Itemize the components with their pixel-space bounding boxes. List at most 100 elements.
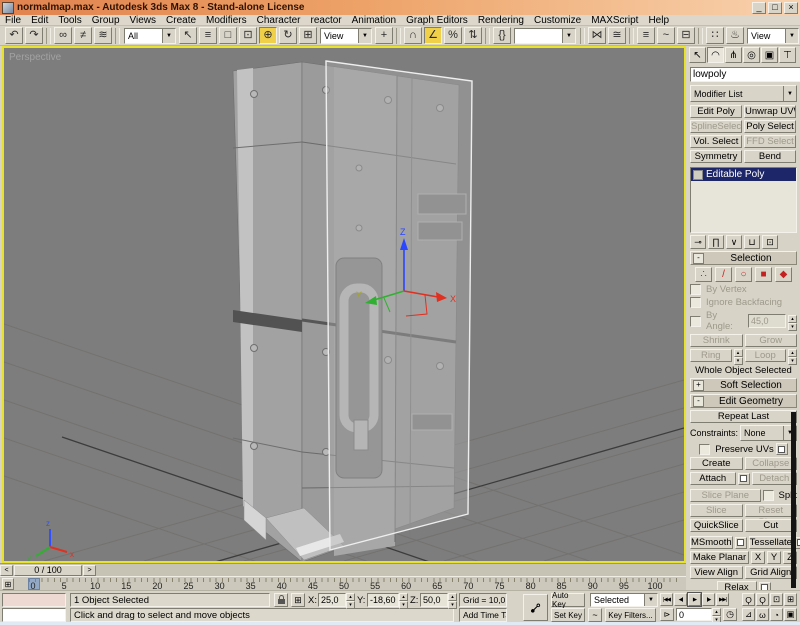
render-scene-button[interactable]: ♨: [726, 27, 744, 44]
title-bar[interactable]: normalmap.max - Autodesk 3ds Max 8 - Sta…: [0, 0, 800, 15]
key-mode-toggle[interactable]: ⊳: [660, 608, 674, 621]
arc-rotate-button[interactable]: ◔: [770, 608, 783, 621]
maxscript-listener-pink[interactable]: [2, 593, 66, 607]
grid-align-button[interactable]: Grid Align: [745, 566, 798, 579]
undo-button[interactable]: ↶: [5, 27, 23, 44]
select-object-button[interactable]: ↖: [179, 27, 197, 44]
previous-frame-button[interactable]: ◀|: [674, 593, 687, 606]
tab-motion[interactable]: ◎: [743, 47, 760, 63]
poly-select-modifier-button[interactable]: Poly Select: [744, 120, 796, 133]
selection-set-dropdown[interactable]: Selected ▼: [590, 593, 658, 607]
redo-button[interactable]: ↷: [25, 27, 43, 44]
time-slider-next-button[interactable]: >: [83, 565, 96, 576]
reset-plane-button[interactable]: Reset Plane: [745, 504, 798, 517]
minimize-button[interactable]: _: [752, 2, 766, 14]
named-selection-sets-dropdown[interactable]: ▼: [514, 28, 576, 44]
time-slider-handle[interactable]: 0 / 100: [14, 565, 82, 576]
schematic-view-button[interactable]: ⊟: [677, 27, 695, 44]
restore-button[interactable]: □: [768, 2, 782, 14]
min-max-toggle-button[interactable]: ▣: [784, 608, 797, 621]
field-of-view-button[interactable]: ⊿: [742, 608, 755, 621]
rectangular-selection-region-button[interactable]: □: [219, 27, 237, 44]
subobject-polygon-icon[interactable]: ■: [755, 267, 772, 282]
stack-item-editable-poly[interactable]: Editable Poly: [691, 168, 796, 181]
slice-button[interactable]: Slice: [690, 504, 743, 517]
edit-poly-modifier-button[interactable]: Edit Poly: [690, 105, 742, 118]
layer-manager-button[interactable]: ≡: [637, 27, 655, 44]
menu-create[interactable]: Create: [161, 15, 201, 26]
repeat-last-button[interactable]: Repeat Last: [690, 410, 797, 423]
render-preset-dropdown[interactable]: View▼: [747, 28, 799, 44]
angle-snap-toggle-button[interactable]: ∠: [424, 27, 442, 44]
shrink-button[interactable]: Shrink: [690, 334, 743, 347]
configure-modifier-sets-icon[interactable]: ⊡: [762, 235, 778, 249]
bulb-icon[interactable]: [693, 170, 703, 180]
collapse-icon[interactable]: -: [693, 253, 704, 264]
tab-create[interactable]: ↖: [689, 47, 706, 63]
menu-character[interactable]: Character: [252, 15, 306, 26]
rollout-soft-selection[interactable]: + Soft Selection: [690, 378, 797, 392]
split-checkbox[interactable]: [763, 490, 774, 501]
frame-spinner[interactable]: ▴▾: [712, 608, 721, 621]
preserve-uvs-settings-button[interactable]: [776, 443, 788, 455]
menu-help[interactable]: Help: [643, 15, 674, 26]
cut-button[interactable]: Cut: [745, 519, 798, 532]
modifier-stack[interactable]: Editable Poly: [690, 167, 797, 233]
symmetry-modifier-button[interactable]: Symmetry: [690, 150, 742, 163]
viewport-label[interactable]: Perspective: [9, 52, 61, 63]
preserve-uvs-checkbox[interactable]: [699, 444, 710, 455]
track-bar[interactable]: ⊞ 05101520253035404550556065707580859095…: [0, 576, 686, 590]
zoom-extents-button[interactable]: ⊡: [770, 593, 783, 606]
menu-maxscript[interactable]: MAXScript: [586, 15, 643, 26]
subobject-element-icon[interactable]: ◆: [775, 267, 792, 282]
loop-spinner[interactable]: ▴▾: [788, 349, 797, 362]
by-angle-field[interactable]: [748, 314, 786, 328]
absolute-offset-toggle[interactable]: ⊞: [291, 593, 305, 607]
set-key-toggle-button[interactable]: ⊶: [523, 594, 548, 621]
selected-object-lowpoly[interactable]: [326, 61, 472, 550]
unlink-selection-button[interactable]: ≠: [74, 27, 92, 44]
go-to-end-button[interactable]: ▶▶|: [716, 593, 729, 606]
z-coord-spinner[interactable]: ▴▾: [448, 593, 457, 606]
make-planar-x-button[interactable]: X: [751, 551, 765, 564]
grow-button[interactable]: Grow: [745, 334, 798, 347]
by-angle-checkbox[interactable]: [690, 316, 701, 327]
time-slider[interactable]: < 0 / 100 >: [0, 563, 686, 576]
snaps-toggle-button[interactable]: ∩: [404, 27, 422, 44]
tab-hierarchy[interactable]: ⋔: [725, 47, 742, 63]
next-frame-button[interactable]: |▶: [702, 593, 715, 606]
menu-group[interactable]: Group: [87, 15, 125, 26]
vol-select-modifier-button[interactable]: Vol. Select: [690, 135, 742, 148]
unwrap-uvw-modifier-button[interactable]: Unwrap UVW: [744, 105, 796, 118]
command-panel-scrollbar[interactable]: [791, 412, 796, 588]
selection-lock-toggle[interactable]: [274, 593, 288, 607]
x-coord-spinner[interactable]: ▴▾: [346, 593, 355, 606]
edit-named-selection-sets-button[interactable]: {}: [493, 27, 511, 44]
select-and-scale-button[interactable]: ⊞: [299, 27, 317, 44]
remove-modifier-icon[interactable]: ⊔: [744, 235, 760, 249]
collapse-icon[interactable]: -: [693, 396, 704, 407]
object-name-field[interactable]: [690, 67, 800, 82]
make-unique-icon[interactable]: ∨: [726, 235, 742, 249]
subobject-edge-icon[interactable]: /: [715, 267, 732, 282]
tessellate-button[interactable]: Tessellate: [749, 536, 793, 549]
select-and-manipulate-button[interactable]: +: [375, 27, 393, 44]
default-tangent-toggle[interactable]: ~: [588, 608, 602, 622]
rollout-edit-geometry[interactable]: - Edit Geometry: [690, 394, 797, 408]
quickslice-button[interactable]: QuickSlice: [690, 519, 743, 532]
current-frame-field[interactable]: [676, 608, 712, 621]
modifier-list-dropdown[interactable]: Modifier List ▼: [690, 85, 797, 102]
menu-customize[interactable]: Customize: [529, 15, 586, 26]
z-coord-field[interactable]: [420, 593, 448, 607]
tab-utilities[interactable]: ⊤: [779, 47, 796, 63]
time-slider-prev-button[interactable]: <: [0, 565, 13, 576]
zoom-button[interactable]: Ϙ: [742, 593, 755, 606]
play-animation-button[interactable]: ▶: [688, 593, 701, 606]
zoom-all-button[interactable]: Ϙ: [756, 593, 769, 606]
menu-graph-editors[interactable]: Graph Editors: [401, 15, 473, 26]
y-coord-spinner[interactable]: ▴▾: [399, 593, 408, 606]
ffd-select-modifier-button[interactable]: FFD Select: [744, 135, 796, 148]
maxscript-listener-white[interactable]: [2, 608, 66, 622]
subobject-border-icon[interactable]: ○: [735, 267, 752, 282]
set-key-button[interactable]: Set Key: [551, 608, 585, 622]
